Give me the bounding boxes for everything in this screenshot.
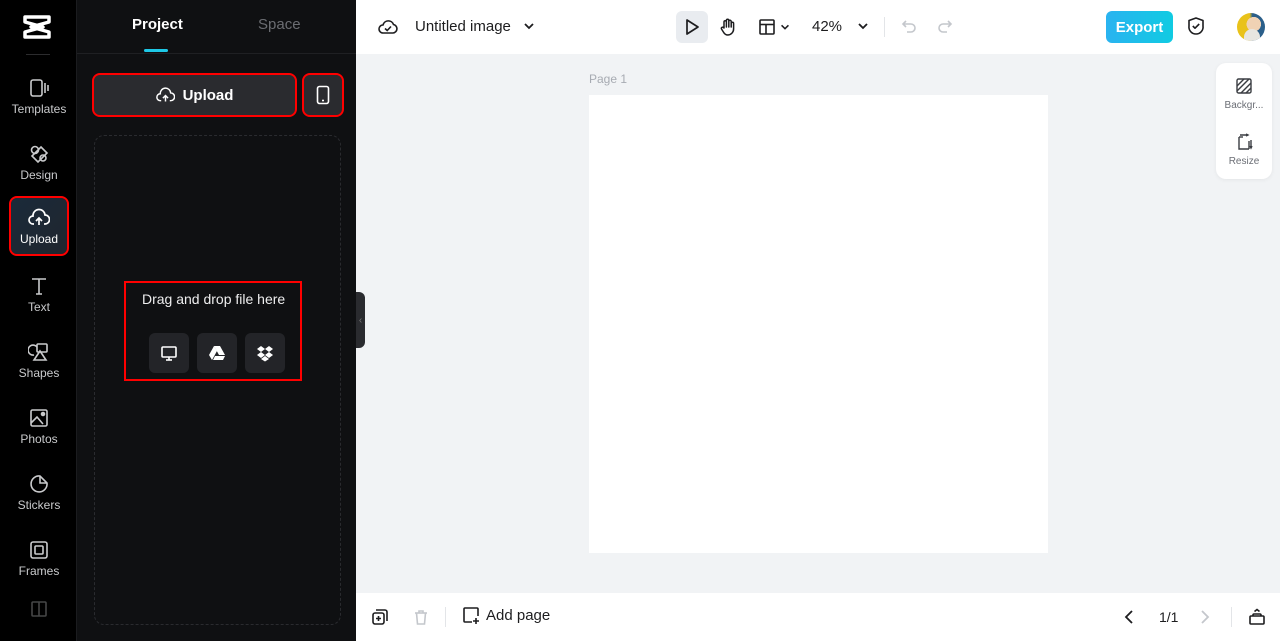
- rail-item-upload[interactable]: Upload: [9, 196, 69, 256]
- upload-panel: Project Space Upload Drag and drop file …: [76, 0, 357, 641]
- rail-item-label: Photos: [20, 431, 58, 446]
- upload-from-dropbox-button[interactable]: [245, 333, 285, 373]
- rail-item-label: Templates: [11, 101, 67, 116]
- rail-item-stickers[interactable]: Stickers: [11, 464, 67, 520]
- canvas-page[interactable]: [589, 95, 1048, 553]
- rail-item-label: Frames: [18, 563, 60, 578]
- bottom-bar: Add page 1/1: [356, 593, 1280, 641]
- toolbar-divider: [884, 17, 885, 37]
- rail-item-photos[interactable]: Photos: [11, 398, 67, 454]
- upload-from-computer-button[interactable]: [149, 333, 189, 373]
- text-icon: [32, 277, 46, 295]
- upload-button-label: Upload: [182, 86, 234, 104]
- side-tool-label: Resize: [1228, 156, 1260, 167]
- capcut-logo-icon[interactable]: [22, 14, 52, 40]
- document-title[interactable]: Untitled image: [415, 18, 511, 35]
- panel-tabs: Project Space: [77, 0, 357, 54]
- rail-item-text[interactable]: Text: [11, 266, 67, 322]
- upload-from-google-drive-button[interactable]: [197, 333, 237, 373]
- hand-tool-button[interactable]: [712, 11, 744, 43]
- rail-item-label: Shapes: [18, 365, 60, 380]
- page-label: Page 1: [589, 72, 628, 86]
- side-tool-label: Backgr...: [1224, 100, 1264, 111]
- rail-item-shapes[interactable]: Shapes: [11, 332, 67, 388]
- rail-item-label: Text: [27, 299, 50, 314]
- photos-icon: [30, 408, 48, 427]
- layout-icon: [759, 19, 775, 35]
- drop-zone[interactable]: [94, 135, 341, 625]
- previous-page-icon[interactable]: [1121, 608, 1137, 626]
- left-rail: Templates Design Upload Text Shapes Phot…: [0, 0, 76, 641]
- upload-button[interactable]: Upload: [92, 73, 297, 117]
- duplicate-page-icon[interactable]: [371, 608, 389, 626]
- next-page-icon[interactable]: [1197, 608, 1213, 626]
- background-pattern-icon: [1236, 78, 1252, 94]
- stickers-icon: [30, 474, 48, 493]
- drop-zone-content: Drag and drop file here: [124, 281, 302, 381]
- shapes-icon: [28, 342, 48, 361]
- resize-icon: [1238, 133, 1253, 150]
- top-bar: Untitled image 42% Export: [356, 0, 1280, 54]
- zoom-level[interactable]: 42%: [812, 18, 842, 35]
- rail-item-label: Upload: [19, 231, 59, 246]
- frames-icon: [30, 540, 48, 559]
- undo-icon[interactable]: [900, 17, 918, 35]
- add-page-button[interactable]: Add page: [462, 606, 550, 624]
- computer-icon: [161, 346, 177, 361]
- rail-item-label: Stickers: [17, 497, 61, 512]
- delete-page-icon[interactable]: [412, 608, 430, 626]
- rail-item-frames[interactable]: Frames: [11, 530, 67, 586]
- add-page-label: Add page: [486, 606, 551, 624]
- user-avatar[interactable]: [1237, 13, 1265, 41]
- mobile-phone-icon: [316, 85, 330, 105]
- tab-project[interactable]: Project: [132, 16, 183, 33]
- rail-item-templates[interactable]: Templates: [11, 68, 67, 124]
- hand-icon: [720, 18, 735, 36]
- tab-space[interactable]: Space: [258, 16, 301, 33]
- collapse-panel-handle[interactable]: ‹: [356, 292, 365, 348]
- zoom-chevron-down-icon[interactable]: [856, 19, 870, 33]
- dropbox-icon: [257, 346, 273, 362]
- bottom-divider: [445, 607, 446, 627]
- layout-dropdown-button[interactable]: [756, 11, 794, 43]
- export-button[interactable]: Export: [1106, 11, 1173, 43]
- more-tools-icon: [31, 601, 47, 617]
- add-page-icon: [463, 607, 479, 624]
- drop-zone-text: Drag and drop file here: [142, 291, 286, 307]
- google-drive-icon: [209, 346, 225, 360]
- chevron-down-icon: [781, 24, 789, 30]
- cloud-saved-icon[interactable]: [378, 17, 398, 37]
- design-icon: [30, 145, 49, 163]
- rail-item-more[interactable]: [11, 596, 67, 626]
- expand-pages-icon[interactable]: [1248, 608, 1266, 626]
- select-tool-button[interactable]: [676, 11, 708, 43]
- bottom-divider: [1231, 607, 1232, 627]
- rail-item-label: Design: [20, 167, 58, 182]
- background-tool-button[interactable]: Backgr...: [1216, 77, 1272, 111]
- resize-tool-button[interactable]: Resize: [1216, 133, 1272, 167]
- redo-icon[interactable]: [936, 17, 954, 35]
- upload-cloud-icon: [28, 208, 50, 225]
- upload-from-phone-button[interactable]: [302, 73, 344, 117]
- side-toolbar: Backgr... Resize: [1216, 63, 1272, 179]
- rail-item-design[interactable]: Design: [11, 134, 67, 190]
- page-indicator: 1/1: [1159, 609, 1179, 625]
- active-tab-indicator: [144, 49, 168, 52]
- rail-divider: [26, 54, 50, 55]
- cursor-pointer-icon: [686, 19, 699, 35]
- upload-cloud-icon: [155, 86, 175, 102]
- chevron-down-icon[interactable]: [522, 19, 536, 33]
- templates-icon: [30, 78, 49, 97]
- shield-check-icon[interactable]: [1186, 16, 1206, 36]
